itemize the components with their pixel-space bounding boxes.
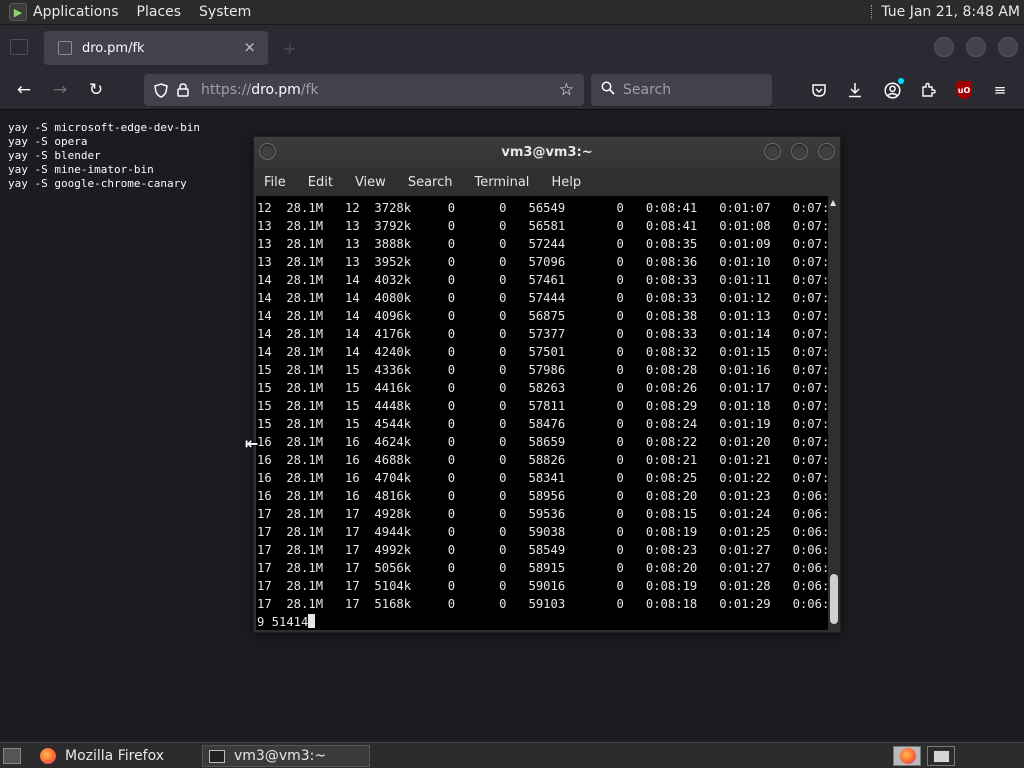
close-button[interactable] xyxy=(818,143,835,160)
navigation-toolbar: ← → ↻ https://dro.pm/fk ☆ Search uO ≡ xyxy=(0,70,1024,110)
maximize-button[interactable] xyxy=(791,143,808,160)
resize-cursor-icon: ⇤ xyxy=(245,434,259,453)
menu-file[interactable]: File xyxy=(264,175,286,190)
maximize-window-button[interactable] xyxy=(966,37,986,57)
terminal-menubar: File Edit View Search Terminal Help xyxy=(254,168,840,196)
pocket-icon[interactable] xyxy=(808,79,830,101)
terminal-icon xyxy=(209,749,225,763)
terminal-titlebar[interactable]: vm3@vm3:~ xyxy=(254,137,840,168)
menu-search[interactable]: Search xyxy=(408,175,453,190)
tab-strip: dro.pm/fk × + xyxy=(0,25,1024,70)
minimize-button[interactable] xyxy=(764,143,781,160)
page-text: yay -S microsoft-edge-dev-bin yay -S ope… xyxy=(8,121,201,190)
url-bar[interactable]: https://dro.pm/fk ☆ xyxy=(144,74,584,106)
terminal-window: vm3@vm3:~ File Edit View Search Terminal… xyxy=(253,136,841,633)
clock[interactable]: Tue Jan 21, 8:48 AM xyxy=(881,4,1020,20)
hamburger-menu-icon[interactable]: ≡ xyxy=(989,79,1011,101)
terminal-title: vm3@vm3:~ xyxy=(501,145,593,160)
workspace-1[interactable] xyxy=(893,746,921,766)
show-desktop-icon[interactable] xyxy=(3,748,21,764)
forward-arrow-icon[interactable]: → xyxy=(48,78,72,102)
bookmark-star-icon[interactable]: ☆ xyxy=(559,80,574,100)
terminal-output[interactable]: 12 28.1M 12 3728k 0 0 56549 0 0:08:41 0:… xyxy=(257,199,828,630)
menu-terminal[interactable]: Terminal xyxy=(474,175,529,190)
scrollbar-thumb[interactable] xyxy=(830,574,838,624)
task-firefox-label: Mozilla Firefox xyxy=(65,748,165,764)
terminal-scrollbar[interactable]: ▲ xyxy=(828,196,840,630)
account-notification-dot xyxy=(898,78,904,84)
lock-icon[interactable] xyxy=(175,82,191,98)
menu-applications[interactable]: Applications xyxy=(33,4,119,20)
search-bar[interactable]: Search xyxy=(591,74,772,106)
menu-edit[interactable]: Edit xyxy=(308,175,333,190)
url-host: dro.pm xyxy=(251,82,301,98)
panel-separator xyxy=(871,5,873,19)
applications-logo-icon[interactable]: ▶ xyxy=(9,3,27,21)
tab-title: dro.pm/fk xyxy=(82,40,145,56)
page-favicon-icon xyxy=(58,41,72,55)
workspace-firefox-icon xyxy=(900,748,916,764)
terminal-cursor xyxy=(308,614,316,628)
download-icon[interactable] xyxy=(844,79,866,101)
ublock-origin-icon[interactable]: uO xyxy=(956,81,972,99)
workspace-2[interactable] xyxy=(927,746,955,766)
url-text[interactable]: https://dro.pm/fk xyxy=(201,82,319,98)
menu-places[interactable]: Places xyxy=(137,4,182,20)
firefox-icon xyxy=(40,748,56,764)
search-placeholder: Search xyxy=(623,82,672,98)
tracking-shield-icon[interactable] xyxy=(153,82,169,98)
account-icon[interactable] xyxy=(881,78,904,101)
task-terminal[interactable]: vm3@vm3:~ xyxy=(202,745,370,767)
close-window-button[interactable] xyxy=(998,37,1018,57)
tab-dro-pm[interactable]: dro.pm/fk × xyxy=(44,31,268,65)
taskbar: Mozilla Firefox vm3@vm3:~ xyxy=(0,742,1024,768)
tab-list-icon[interactable] xyxy=(10,39,28,55)
top-panel: ▶ Applications Places System Tue Jan 21,… xyxy=(0,0,1024,25)
url-scheme: https:// xyxy=(201,82,252,98)
reload-icon[interactable]: ↻ xyxy=(84,78,108,102)
task-terminal-label: vm3@vm3:~ xyxy=(234,748,327,764)
window-menu-button[interactable] xyxy=(259,143,276,160)
new-tab-plus-icon[interactable]: + xyxy=(283,39,296,58)
minimize-window-button[interactable] xyxy=(934,37,954,57)
terminal-screen[interactable]: 12 28.1M 12 3728k 0 0 56549 0 0:08:41 0:… xyxy=(256,196,828,630)
back-arrow-icon[interactable]: ← xyxy=(12,78,36,102)
task-firefox[interactable]: Mozilla Firefox xyxy=(34,745,198,767)
scroll-up-arrow-icon[interactable]: ▲ xyxy=(830,198,836,207)
url-path: /fk xyxy=(300,82,319,98)
menu-help[interactable]: Help xyxy=(551,175,581,190)
search-icon xyxy=(601,81,615,99)
workspace-window-preview xyxy=(933,750,950,763)
tab-close-icon[interactable]: × xyxy=(243,38,256,56)
extensions-icon[interactable] xyxy=(917,79,939,101)
menu-view[interactable]: View xyxy=(355,175,386,190)
menu-system[interactable]: System xyxy=(199,4,251,20)
